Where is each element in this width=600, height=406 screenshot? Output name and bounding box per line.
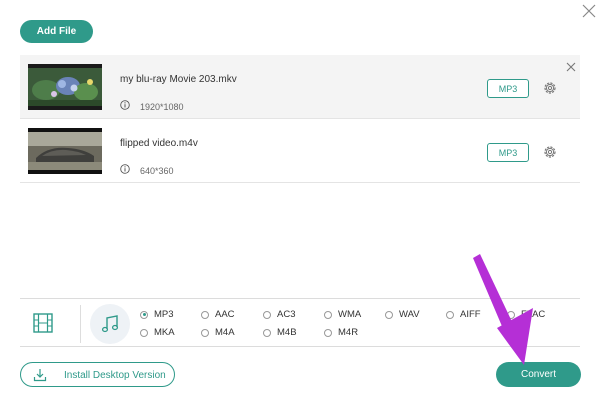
info-icon[interactable] bbox=[120, 164, 130, 174]
radio-button[interactable] bbox=[385, 310, 393, 319]
gear-icon[interactable] bbox=[542, 80, 558, 96]
info-icon[interactable] bbox=[120, 100, 130, 110]
file-resolution: 1920*1080 bbox=[140, 102, 184, 112]
add-file-button[interactable]: Add File bbox=[20, 20, 93, 43]
output-format-button[interactable]: MP3 bbox=[487, 79, 529, 98]
format-label: M4B bbox=[277, 327, 297, 338]
format-label: MKA bbox=[154, 327, 175, 338]
format-label: WMA bbox=[338, 309, 362, 320]
output-format-button[interactable]: MP3 bbox=[487, 143, 529, 162]
install-desktop-label: Install Desktop Version bbox=[64, 370, 166, 381]
radio-button[interactable] bbox=[446, 310, 454, 319]
format-option-mka[interactable]: MKA bbox=[140, 327, 175, 338]
film-icon[interactable] bbox=[32, 312, 54, 334]
download-icon bbox=[33, 369, 47, 382]
radio-button[interactable] bbox=[140, 310, 148, 319]
file-row[interactable]: my blu-ray Movie 203.mkv 1920*1080 MP3 bbox=[20, 55, 580, 119]
format-label: FLAC bbox=[521, 309, 546, 320]
radio-button[interactable] bbox=[201, 328, 209, 337]
file-resolution: 640*360 bbox=[140, 166, 174, 176]
file-list: my blu-ray Movie 203.mkv 1920*1080 MP3 f… bbox=[20, 55, 580, 183]
install-desktop-button[interactable]: Install Desktop Version bbox=[20, 362, 175, 387]
format-option-m4r[interactable]: M4R bbox=[324, 327, 358, 338]
radio-button[interactable] bbox=[201, 310, 209, 319]
format-option-ac3[interactable]: AC3 bbox=[263, 309, 295, 320]
file-name: my blu-ray Movie 203.mkv bbox=[120, 74, 237, 85]
format-option-wma[interactable]: WMA bbox=[324, 309, 361, 320]
radio-button[interactable] bbox=[324, 328, 332, 337]
file-name: flipped video.m4v bbox=[120, 138, 198, 149]
radio-button[interactable] bbox=[324, 310, 332, 319]
format-option-mp3[interactable]: MP3 bbox=[140, 309, 174, 320]
music-note-icon bbox=[101, 315, 119, 333]
format-option-flac[interactable]: FLAC bbox=[507, 309, 545, 320]
close-icon[interactable] bbox=[580, 2, 598, 20]
video-thumbnail bbox=[28, 64, 102, 110]
radio-button[interactable] bbox=[507, 310, 515, 319]
convert-button[interactable]: Convert bbox=[496, 362, 581, 387]
format-option-wav[interactable]: WAV bbox=[385, 309, 420, 320]
format-option-m4b[interactable]: M4B bbox=[263, 327, 297, 338]
gear-icon[interactable] bbox=[542, 144, 558, 160]
format-label: WAV bbox=[399, 309, 420, 320]
format-label: AC3 bbox=[277, 309, 296, 320]
divider bbox=[80, 305, 81, 343]
format-label: AIFF bbox=[460, 309, 481, 320]
format-panel: MP3 AAC AC3 WMA WAV AIFF FLAC MKA M4A M4… bbox=[20, 298, 580, 347]
format-label: MP3 bbox=[154, 309, 174, 320]
format-option-aiff[interactable]: AIFF bbox=[446, 309, 481, 320]
remove-file-icon[interactable] bbox=[565, 61, 577, 73]
format-option-aac[interactable]: AAC bbox=[201, 309, 235, 320]
format-label: AAC bbox=[215, 309, 235, 320]
format-label: M4R bbox=[338, 327, 359, 338]
radio-button[interactable] bbox=[263, 310, 271, 319]
radio-button[interactable] bbox=[263, 328, 271, 337]
format-option-m4a[interactable]: M4A bbox=[201, 327, 235, 338]
audio-tab[interactable] bbox=[90, 304, 130, 344]
file-row[interactable]: flipped video.m4v 640*360 MP3 bbox=[20, 119, 580, 183]
radio-button[interactable] bbox=[140, 328, 148, 337]
video-thumbnail bbox=[28, 128, 102, 174]
format-label: M4A bbox=[215, 327, 235, 338]
